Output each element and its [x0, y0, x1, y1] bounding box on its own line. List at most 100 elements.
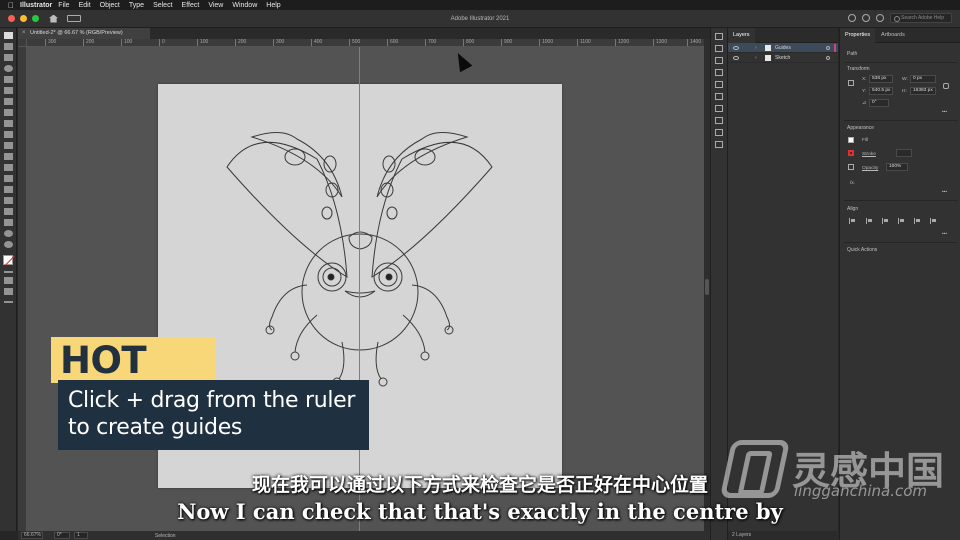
ladybug-sketch[interactable]: [27, 47, 704, 531]
rotation-field[interactable]: 0°: [54, 532, 70, 539]
eraser-tool-icon[interactable]: [3, 109, 13, 116]
tab-layers[interactable]: Layers: [728, 28, 755, 43]
chevron-right-icon[interactable]: ›: [755, 43, 757, 53]
width-tool-icon[interactable]: [3, 142, 13, 149]
close-tab-icon[interactable]: ×: [22, 28, 26, 39]
page-field[interactable]: 1: [74, 532, 88, 539]
fill-stroke-swatch-icon[interactable]: [3, 255, 13, 265]
more-options-icon[interactable]: •••: [942, 190, 947, 195]
blend-tool-icon[interactable]: [3, 186, 13, 193]
direct-selection-tool-icon[interactable]: [3, 43, 13, 50]
shaper-tool-icon[interactable]: [3, 98, 13, 105]
brushes-icon[interactable]: [715, 57, 723, 64]
menu-view[interactable]: View: [208, 2, 223, 9]
scroll-thumb[interactable]: [705, 279, 709, 295]
menu-window[interactable]: Window: [232, 2, 257, 9]
apple-icon[interactable]: : [6, 1, 16, 10]
y-field[interactable]: 540.5 px: [869, 87, 893, 95]
align-left-icon[interactable]: [849, 218, 856, 224]
chevron-right-icon[interactable]: ›: [755, 53, 757, 63]
vertical-ruler[interactable]: [18, 47, 27, 531]
more-options-icon[interactable]: •••: [942, 232, 947, 237]
home-icon[interactable]: [49, 14, 58, 23]
rectangle-tool-icon[interactable]: [3, 76, 13, 83]
opacity-label[interactable]: Opacity: [862, 166, 878, 171]
layer-target-icon[interactable]: [826, 56, 830, 60]
document-tab[interactable]: × Untitled-2* @ 66.67 % (RGB/Preview): [18, 28, 150, 39]
align-icon[interactable]: [715, 117, 723, 124]
column-graph-tool-icon[interactable]: [3, 208, 13, 215]
transform-icon[interactable]: [715, 105, 723, 112]
arrange-icon[interactable]: [862, 14, 870, 22]
close-window-button[interactable]: [8, 15, 15, 22]
share-icon[interactable]: [848, 14, 856, 22]
stroke-weight-field[interactable]: [896, 149, 912, 157]
selection-tool-icon[interactable]: [3, 32, 13, 39]
minimize-window-button[interactable]: [20, 15, 27, 22]
visibility-eye-icon[interactable]: [733, 46, 739, 50]
fill-swatch-icon[interactable]: [848, 137, 854, 143]
canvas-area[interactable]: [27, 47, 704, 531]
stroke-icon[interactable]: [715, 93, 723, 100]
layer-target-icon[interactable]: [826, 46, 830, 50]
pathfinder-icon[interactable]: [715, 129, 723, 136]
menu-select[interactable]: Select: [153, 2, 172, 9]
ruler-origin[interactable]: [18, 39, 27, 47]
zoom-window-button[interactable]: [32, 15, 39, 22]
stroke-swatch-icon[interactable]: [848, 150, 854, 156]
menu-help[interactable]: Help: [266, 2, 280, 9]
horizontal-ruler[interactable]: 300 200 100 0 100 200 300 400 500 600 70…: [27, 39, 704, 47]
app-menu[interactable]: Illustrator: [20, 2, 52, 9]
fx-button[interactable]: fx.: [850, 181, 855, 186]
zoom-field[interactable]: 66.67%: [21, 532, 43, 539]
color-mode-icon[interactable]: [3, 271, 13, 273]
symbol-sprayer-tool-icon[interactable]: [3, 197, 13, 204]
more-options-icon[interactable]: •••: [942, 110, 947, 115]
libraries-icon[interactable]: [715, 33, 723, 40]
stroke-label[interactable]: Stroke: [862, 152, 876, 157]
align-top-icon[interactable]: [898, 218, 905, 224]
workspace-switcher-icon[interactable]: [67, 15, 81, 22]
pen-tool-icon[interactable]: [3, 54, 13, 61]
constrain-proportions-icon[interactable]: [943, 83, 949, 89]
layer-row-guides[interactable]: › Guides: [728, 43, 838, 53]
align-horizontal-center-icon[interactable]: [866, 218, 873, 224]
h-field[interactable]: 16383 px: [910, 87, 936, 95]
opacity-field[interactable]: 100%: [886, 163, 908, 171]
paintbrush-tool-icon[interactable]: [3, 87, 13, 94]
artboard-tool-icon[interactable]: [3, 219, 13, 226]
scale-tool-icon[interactable]: [3, 131, 13, 138]
align-right-icon[interactable]: [882, 218, 889, 224]
menu-edit[interactable]: Edit: [79, 2, 91, 9]
rotate-field[interactable]: 0°: [869, 99, 889, 107]
rotate-tool-icon[interactable]: [3, 120, 13, 127]
layer-row-sketch[interactable]: › Sketch: [728, 53, 838, 63]
help-search-input[interactable]: Search Adobe Help: [890, 13, 952, 23]
menu-type[interactable]: Type: [129, 2, 144, 9]
reference-point-icon[interactable]: [848, 80, 854, 86]
edit-toolbar-icon[interactable]: [3, 301, 13, 303]
menu-object[interactable]: Object: [100, 2, 120, 9]
draw-mode-icon[interactable]: [3, 277, 13, 284]
screen-mode-icon[interactable]: [3, 288, 13, 295]
vertical-guide[interactable]: [359, 47, 360, 531]
graphic-styles-icon[interactable]: [715, 81, 723, 88]
x-field[interactable]: 538 px: [869, 75, 893, 83]
curvature-tool-icon[interactable]: [3, 65, 13, 72]
export-icon[interactable]: [715, 141, 723, 148]
menu-effect[interactable]: Effect: [182, 2, 200, 9]
shape-builder-tool-icon[interactable]: [3, 164, 13, 171]
align-bottom-icon[interactable]: [930, 218, 937, 224]
visibility-eye-icon[interactable]: [733, 56, 739, 60]
menu-file[interactable]: File: [58, 2, 69, 9]
zoom-tool-icon[interactable]: [3, 241, 13, 248]
align-vertical-center-icon[interactable]: [914, 218, 921, 224]
eyedropper-tool-icon[interactable]: [3, 175, 13, 182]
lightbulb-icon[interactable]: [876, 14, 884, 22]
free-transform-tool-icon[interactable]: [3, 153, 13, 160]
tab-properties[interactable]: Properties: [840, 28, 876, 43]
hand-tool-icon[interactable]: [3, 230, 13, 237]
symbols-icon[interactable]: [715, 69, 723, 76]
swatches-icon[interactable]: [715, 45, 723, 52]
tab-artboards[interactable]: Artboards: [876, 28, 910, 43]
